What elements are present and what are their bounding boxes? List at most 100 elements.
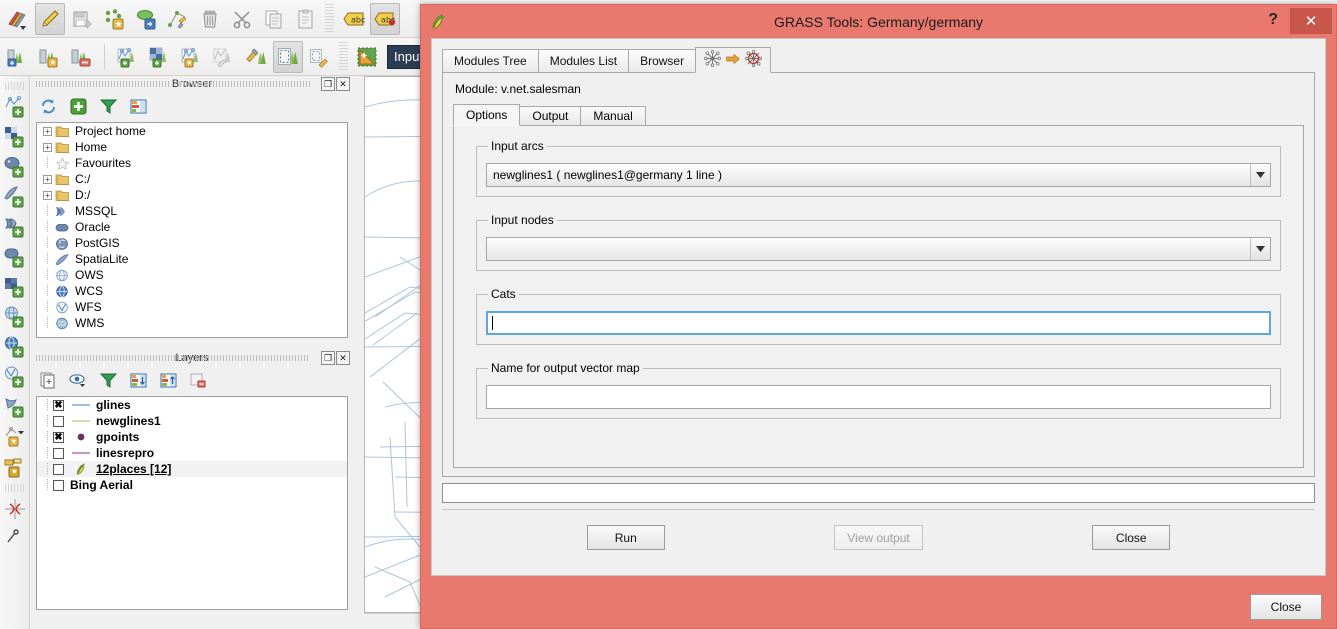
misc-tool-icon[interactable] <box>2 524 28 554</box>
grass-new-vector-icon[interactable] <box>177 41 207 73</box>
toggle-editing-icon[interactable] <box>35 2 65 35</box>
browser-item-c[interactable]: + C:/ <box>37 171 347 187</box>
layer-row-linesrepro[interactable]: linesrepro <box>37 445 347 461</box>
tab-options[interactable]: Options <box>453 104 521 126</box>
grass-region-icon[interactable] <box>273 40 303 73</box>
add-raster-layer-icon[interactable] <box>2 122 28 152</box>
input-arcs-combo[interactable]: newglines1 ( newglines1@germany 1 line ) <box>486 163 1271 187</box>
tab-modules-list[interactable]: Modules List <box>537 49 630 73</box>
add-wcs-layer-icon[interactable] <box>2 332 28 362</box>
layer-visibility-checkbox[interactable] <box>53 447 64 459</box>
tab-manual[interactable]: Manual <box>580 106 646 126</box>
help-button[interactable]: ? <box>1268 11 1278 29</box>
left-toolbar-grip[interactable] <box>4 82 25 90</box>
browser-item-favourites[interactable]: Favourites <box>37 155 347 171</box>
new-shapefile-layer-icon[interactable] <box>2 422 28 452</box>
grass-add-vector-icon[interactable] <box>113 41 143 73</box>
cats-input[interactable] <box>486 311 1271 335</box>
grass-close-mapset-icon[interactable] <box>67 41 97 73</box>
grass-new-mapset-icon[interactable] <box>35 41 65 73</box>
label-icon[interactable]: abc <box>338 3 368 35</box>
expand-icon[interactable]: + <box>43 174 52 184</box>
collapse-all-icon[interactable] <box>158 370 178 390</box>
tab-modules-tree[interactable]: Modules Tree <box>442 49 539 73</box>
tab-browser[interactable]: Browser <box>628 49 697 73</box>
layer-visibility-checkbox[interactable] <box>53 415 64 427</box>
layer-visibility-checkbox[interactable] <box>53 463 64 475</box>
add-feature-icon[interactable] <box>99 3 129 35</box>
left-toolbar-grip-2[interactable] <box>4 484 25 492</box>
add-selected-layers-icon[interactable] <box>68 96 88 116</box>
toolbar-grip[interactable] <box>325 3 334 34</box>
refresh-icon[interactable] <box>38 96 58 116</box>
layer-visibility-checkbox[interactable]: ✖ <box>53 431 64 443</box>
output-vector-map-input[interactable] <box>486 385 1271 409</box>
float-panel-button[interactable]: ❐ <box>321 351 335 365</box>
expand-icon[interactable]: + <box>43 142 52 152</box>
run-button[interactable]: Run <box>586 525 665 550</box>
layers-tree[interactable]: ✖ glines newglines1 ✖ gpoints linesrepro 12pla… <box>36 396 348 610</box>
browser-item-wms[interactable]: WMS <box>37 315 347 331</box>
grass-edit-region-icon[interactable] <box>305 41 335 73</box>
add-spatialite-layer-icon[interactable] <box>2 182 28 212</box>
select-features-icon[interactable] <box>352 41 382 73</box>
paste-features-icon[interactable] <box>291 3 321 35</box>
cut-features-icon[interactable] <box>227 3 257 35</box>
chevron-down-icon[interactable] <box>1250 164 1270 186</box>
layers-panel-title-bar[interactable]: Layers ❐ ✕ <box>32 350 352 366</box>
layer-visibility-checkbox[interactable]: ✖ <box>53 399 64 411</box>
tab-output[interactable]: Output <box>519 106 582 126</box>
grass-edit-vector-icon[interactable] <box>209 41 239 73</box>
add-oracle-layer-icon[interactable] <box>2 242 28 272</box>
browser-item-d[interactable]: + D:/ <box>37 187 347 203</box>
grass-tools-icon[interactable] <box>241 41 271 73</box>
filter-browser-icon[interactable] <box>98 96 118 116</box>
tab-module-vnetsalesman[interactable] <box>695 47 772 73</box>
close-icon[interactable]: ✕ <box>1290 8 1332 34</box>
chevron-down-icon[interactable] <box>1250 238 1270 260</box>
remove-layer-icon[interactable] <box>188 370 208 390</box>
georeferencer-icon[interactable] <box>2 494 28 524</box>
expand-all-icon[interactable] <box>128 370 148 390</box>
browser-item-postgis[interactable]: PostGIS <box>37 235 347 251</box>
new-spatialite-layer-icon[interactable] <box>2 452 28 482</box>
layer-row-gpoints[interactable]: ✖ gpoints <box>37 429 347 445</box>
layer-row-12places-12[interactable]: 12places [12] <box>37 461 347 477</box>
add-db2-layer-icon[interactable] <box>2 272 28 302</box>
layer-visibility-checkbox[interactable] <box>53 479 64 491</box>
collapse-all-icon[interactable] <box>128 96 148 116</box>
grass-open-mapset-icon[interactable] <box>3 41 33 73</box>
add-vector-layer-icon[interactable] <box>2 92 28 122</box>
label-pin-icon[interactable]: abc <box>370 2 400 35</box>
close-window-button[interactable]: Close <box>1250 594 1322 620</box>
expand-icon[interactable]: + <box>43 190 52 200</box>
grass-add-raster-icon[interactable] <box>145 41 175 73</box>
expand-icon[interactable]: + <box>43 126 52 136</box>
browser-item-ows[interactable]: OWS <box>37 267 347 283</box>
float-panel-button[interactable]: ❐ <box>321 77 335 91</box>
layer-row-newglines1[interactable]: newglines1 <box>37 413 347 429</box>
browser-item-wcs[interactable]: WCS <box>37 283 347 299</box>
add-mssql-layer-icon[interactable] <box>2 212 28 242</box>
close-dialog-button[interactable]: Close <box>1092 525 1171 550</box>
browser-item-wfs[interactable]: WFS <box>37 299 347 315</box>
close-panel-button[interactable]: ✕ <box>336 77 350 91</box>
browser-item-oracle[interactable]: Oracle <box>37 219 347 235</box>
node-tool-icon[interactable] <box>163 3 193 35</box>
move-feature-icon[interactable] <box>131 3 161 35</box>
manage-visibility-icon[interactable] <box>68 370 88 390</box>
add-delimited-text-layer-icon[interactable] <box>2 392 28 422</box>
browser-panel-title-bar[interactable]: Browser ❐ ✕ <box>32 76 352 92</box>
layer-row-glines[interactable]: ✖ glines <box>37 397 347 413</box>
browser-item-mssql[interactable]: MSSQL <box>37 203 347 219</box>
add-wms-layer-icon[interactable] <box>2 302 28 332</box>
copy-features-icon[interactable] <box>259 3 289 35</box>
toolbar-grip-2[interactable] <box>339 41 348 72</box>
layer-group-icon[interactable] <box>38 370 58 390</box>
layer-row-bing-aerial[interactable]: Bing Aerial <box>37 477 347 493</box>
dialog-title-bar[interactable]: GRASS Tools: Germany/germany ? ✕ <box>421 5 1336 38</box>
browser-item-spatialite[interactable]: SpatiaLite <box>37 251 347 267</box>
close-panel-button[interactable]: ✕ <box>336 351 350 365</box>
browser-item-project-home[interactable]: + Project home <box>37 123 347 139</box>
filter-legend-icon[interactable] <box>98 370 118 390</box>
